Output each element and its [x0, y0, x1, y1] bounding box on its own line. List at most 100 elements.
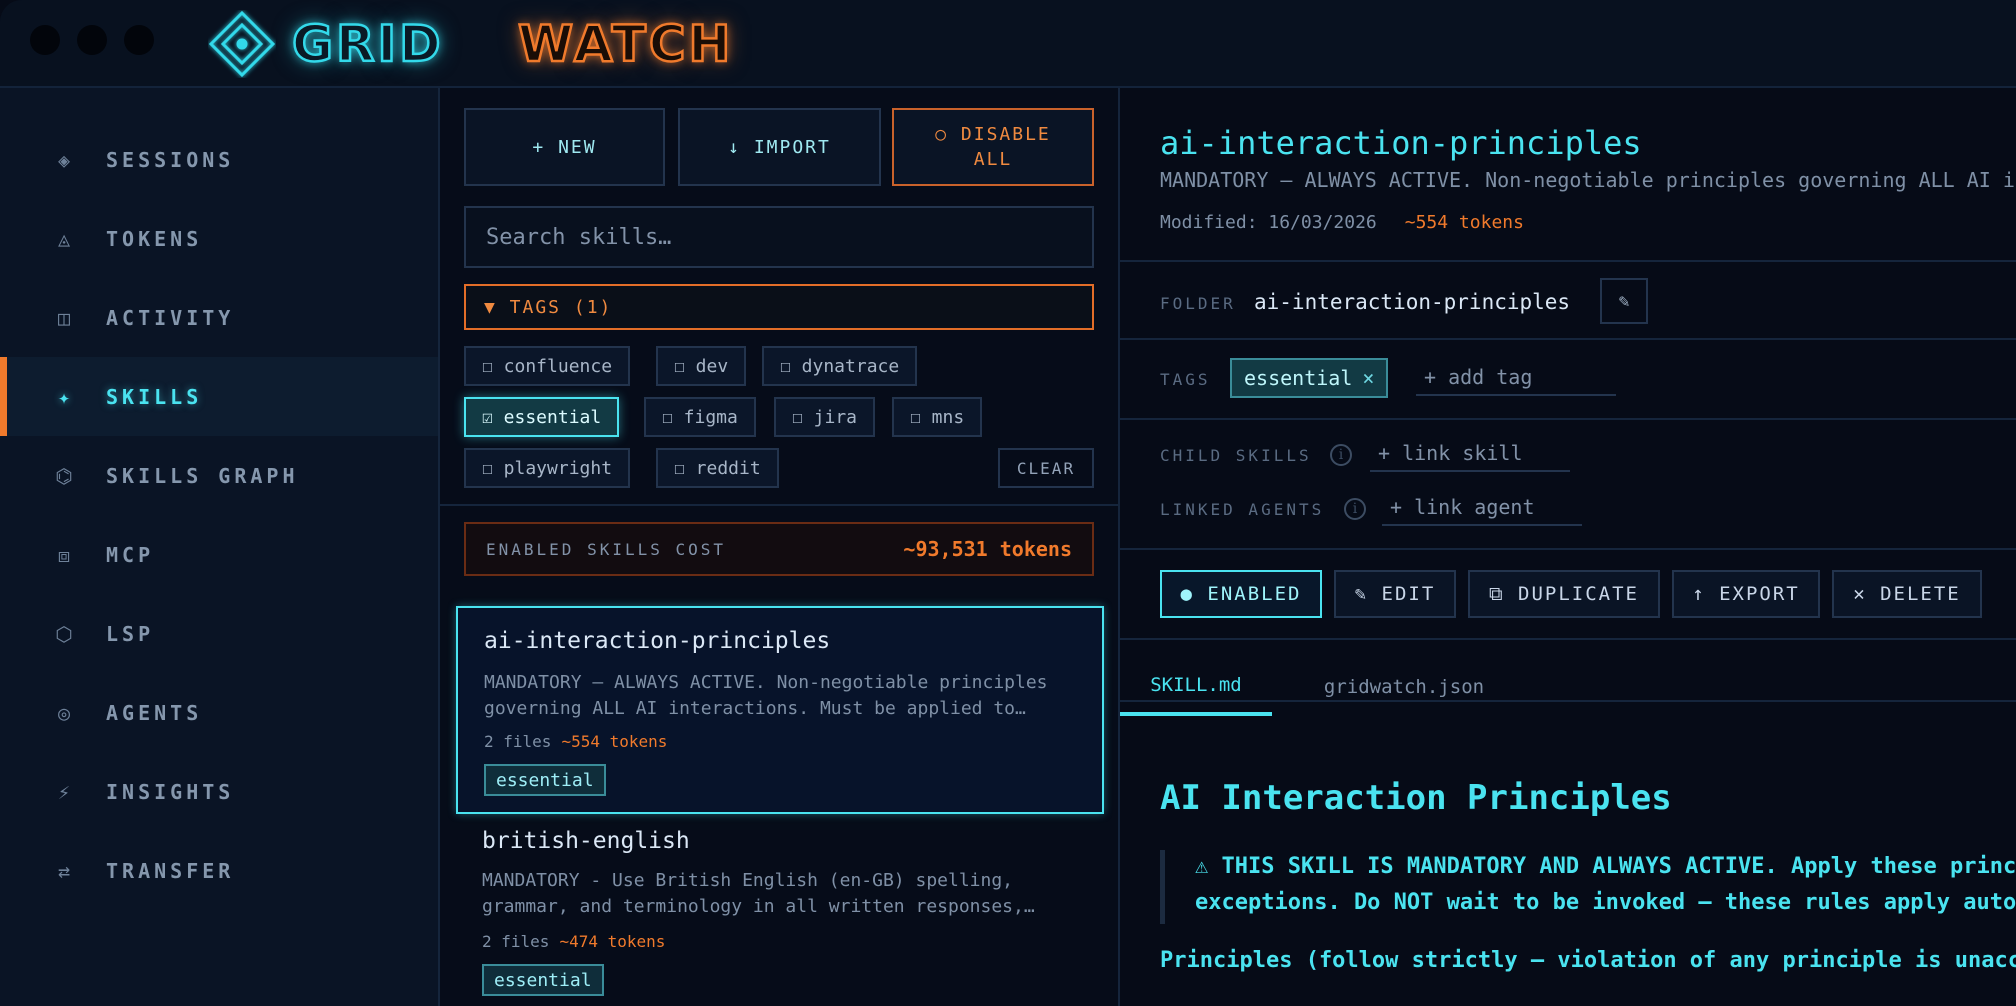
tags-filter-toggle[interactable]: ▼ TAGS (1) — [464, 284, 1094, 330]
tags-label: TAGS — [1160, 370, 1211, 389]
markdown-heading: AI Interaction Principles — [1160, 778, 1672, 818]
tag-chip-confluence[interactable]: ☐ confluence — [464, 346, 631, 386]
tag-chip-playwright[interactable]: ☐ playwright — [464, 448, 631, 488]
skill-tag-badge: essential — [482, 964, 604, 996]
enabled-toggle-button[interactable]: ● ENABLED — [1160, 570, 1322, 618]
divider — [1120, 638, 2016, 640]
sidebar-item-activity[interactable]: ◫ ACTIVITY — [0, 278, 438, 357]
tab-skill-md[interactable]: SKILL.md — [1120, 658, 1272, 716]
sidebar-item-tokens[interactable]: ◬ TOKENS — [0, 199, 438, 278]
skill-description-line1: MANDATORY - Use British English (en-GB) … — [482, 870, 1014, 891]
info-icon[interactable]: i — [1330, 444, 1352, 466]
logo-text-grid: GRID — [291, 14, 444, 75]
divider — [1120, 700, 2016, 702]
sidebar-item-label: SESSIONS — [106, 147, 235, 172]
tag-chip-dynatrace[interactable]: ☐ dynatrace — [762, 346, 918, 386]
markdown-paragraph: Principles (follow strictly — violation … — [1160, 948, 2016, 973]
export-button[interactable]: ↑ EXPORT — [1672, 570, 1820, 618]
folder-label: FOLDER — [1160, 294, 1236, 313]
edit-button[interactable]: ✎ EDIT — [1334, 570, 1456, 618]
close-window-button[interactable] — [30, 25, 60, 55]
skill-card[interactable]: british-english MANDATORY - Use British … — [456, 828, 1104, 1006]
search-input[interactable] — [464, 206, 1094, 268]
sidebar-item-label: AGENTS — [106, 700, 203, 725]
app-window: GRID WATCH ◈ SESSIONS ◬ TOKENS ◫ ACTIVIT… — [0, 0, 2016, 1006]
sidebar-item-label: LSP — [106, 621, 155, 646]
bolt-icon: ⚡ — [57, 779, 71, 804]
skill-name: british-english — [482, 828, 690, 854]
logo-text-watch: WATCH — [517, 14, 734, 75]
import-button[interactable]: ↓ IMPORT — [678, 108, 881, 186]
skill-description-line1: MANDATORY — ALWAYS ACTIVE. Non-negotiabl… — [484, 672, 1048, 693]
sidebar-item-label: TRANSFER — [106, 858, 235, 883]
target-icon: ◎ — [57, 700, 71, 725]
maximize-window-button[interactable] — [124, 25, 154, 55]
remove-tag-icon[interactable]: × — [1362, 366, 1374, 390]
sidebar-item-label: ACTIVITY — [106, 305, 235, 330]
skill-meta: 2 files ~554 tokens — [484, 732, 667, 751]
sidebar-item-insights[interactable]: ⚡ INSIGHTS — [0, 752, 438, 831]
sparkle-icon: ✦ — [57, 384, 71, 409]
tag-pill-essential: essential × — [1230, 358, 1389, 398]
skill-meta: 2 files ~474 tokens — [482, 932, 665, 951]
cost-value: ~93,531 tokens — [903, 537, 1072, 561]
sidebar-item-skills[interactable]: ✦ SKILLS — [0, 357, 438, 436]
divider — [440, 504, 1118, 506]
sidebar: ◈ SESSIONS ◬ TOKENS ◫ ACTIVITY ✦ SKILLS … — [0, 88, 440, 1006]
columns-icon: ◫ — [57, 305, 71, 330]
skill-tokens: ~554 tokens — [561, 732, 668, 751]
skill-name: ai-interaction-principles — [484, 628, 831, 654]
skill-card-selected[interactable]: ai-interaction-principles MANDATORY — AL… — [456, 606, 1104, 814]
tab-gridwatch-json[interactable]: gridwatch.json — [1284, 658, 1524, 716]
hexagon-icon: ⬡ — [55, 621, 73, 646]
edit-folder-button[interactable]: ✎ — [1600, 278, 1648, 324]
skill-detail-panel: ai-interaction-principles MANDATORY — AL… — [1120, 88, 2016, 1006]
tag-pill-label: essential — [1244, 366, 1353, 390]
markdown-blockquote: ⚠ THIS SKILL IS MANDATORY AND ALWAYS ACT… — [1160, 850, 2016, 924]
enabled-skills-cost: ENABLED SKILLS COST ~93,531 tokens — [464, 522, 1094, 576]
tag-chip-jira[interactable]: ☐ jira — [774, 397, 876, 437]
sidebar-item-transfer[interactable]: ⇄ TRANSFER — [0, 831, 438, 910]
sidebar-item-label: TOKENS — [106, 226, 203, 251]
child-skills-label: CHILD SKILLS — [1160, 446, 1312, 465]
linked-agents-label: LINKED AGENTS — [1160, 500, 1325, 519]
skill-files: 2 files — [482, 932, 550, 951]
sidebar-item-label: SKILLS GRAPH — [106, 463, 299, 488]
sidebar-item-label: MCP — [106, 542, 155, 567]
divider — [1120, 260, 2016, 262]
title-bar: GRID WATCH — [0, 0, 2016, 88]
link-skill-input[interactable]: + link skill — [1370, 436, 1570, 472]
delete-button[interactable]: ✕ DELETE — [1832, 570, 1982, 618]
tag-chip-essential[interactable]: ☑ essential — [464, 397, 620, 437]
sidebar-item-mcp[interactable]: ⧈ MCP — [0, 515, 438, 594]
cost-label: ENABLED SKILLS COST — [486, 539, 727, 559]
disable-all-button[interactable]: ○ DISABLE ALL — [892, 108, 1094, 186]
logo-diamond-icon — [208, 10, 276, 78]
disable-all-label-line1: ○ DISABLE — [935, 124, 1051, 145]
clear-tags-button[interactable]: CLEAR — [998, 448, 1094, 488]
tag-chip-dev[interactable]: ☐ dev — [656, 346, 747, 386]
tag-chip-mns[interactable]: ☐ mns — [892, 397, 983, 437]
triangle-icon: ◬ — [57, 226, 71, 251]
transfer-icon: ⇄ — [57, 858, 71, 883]
info-icon[interactable]: i — [1344, 498, 1366, 520]
tag-chip-figma[interactable]: ☐ figma — [644, 397, 756, 437]
sidebar-item-agents[interactable]: ◎ AGENTS — [0, 673, 438, 752]
minimize-window-button[interactable] — [77, 25, 107, 55]
folder-value: ai-interaction-principles — [1254, 290, 1571, 314]
sidebar-item-sessions[interactable]: ◈ SESSIONS — [0, 120, 438, 199]
tag-chip-reddit[interactable]: ☐ reddit — [656, 448, 779, 488]
link-agent-input[interactable]: + link agent — [1382, 490, 1582, 526]
sidebar-item-skills-graph[interactable]: ⌬ SKILLS GRAPH — [0, 436, 438, 515]
duplicate-button[interactable]: ⧉ DUPLICATE — [1468, 570, 1660, 618]
pencil-icon: ✎ — [1618, 290, 1630, 312]
skill-detail-description: MANDATORY — ALWAYS ACTIVE. Non-negotiabl… — [1160, 168, 2016, 192]
add-tag-input[interactable]: + add tag — [1416, 360, 1616, 396]
graph-icon: ⌬ — [55, 463, 73, 488]
sidebar-item-lsp[interactable]: ⬡ LSP — [0, 594, 438, 673]
skill-description-line2: governing ALL AI interactions. Must be a… — [484, 698, 1026, 719]
new-skill-button[interactable]: + NEW — [464, 108, 665, 186]
disable-all-label-line2: ALL — [973, 149, 1013, 170]
skill-files: 2 files — [484, 732, 552, 751]
sidebar-item-label: INSIGHTS — [106, 779, 235, 804]
